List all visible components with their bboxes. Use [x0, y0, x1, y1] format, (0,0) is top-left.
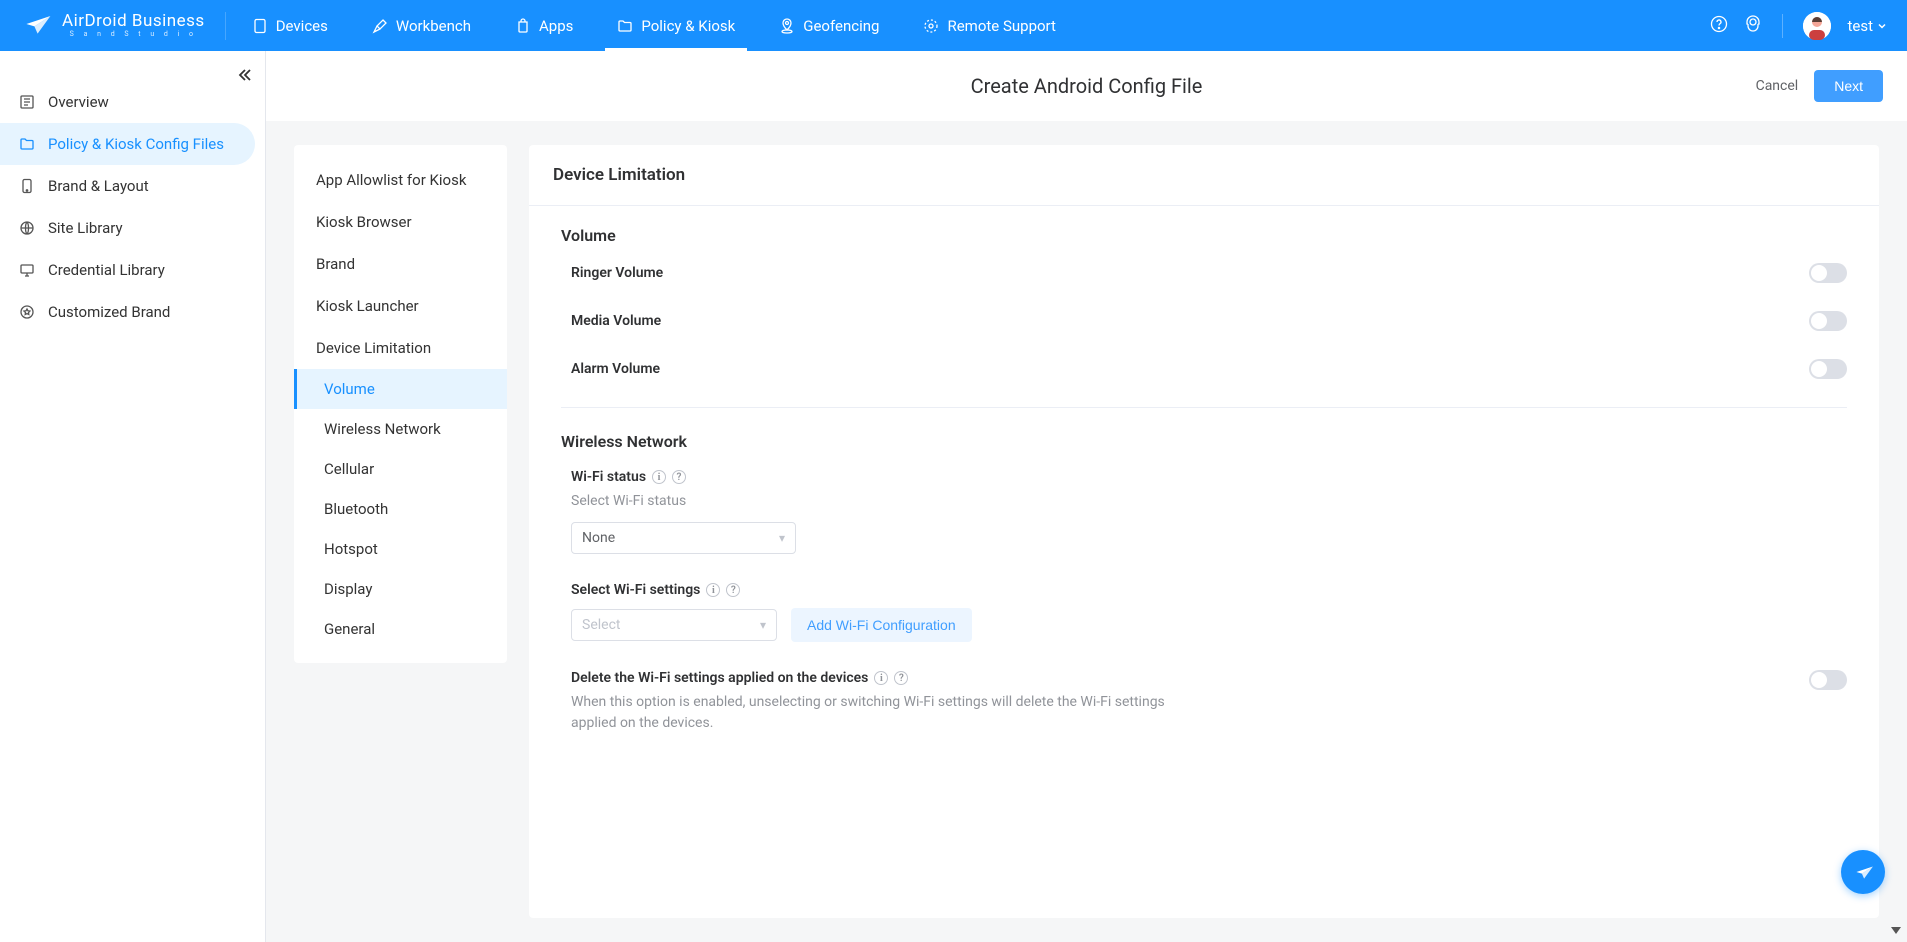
alarm-volume-toggle[interactable]: [1809, 359, 1847, 379]
sidebar-item-customized-brand[interactable]: Customized Brand: [0, 291, 265, 333]
delete-wifi-desc: When this option is enabled, unselecting…: [571, 692, 1191, 734]
media-volume-toggle[interactable]: [1809, 311, 1847, 331]
section-volume-title: Volume: [561, 226, 1847, 245]
sidebar-item-label: Credential Library: [48, 261, 165, 279]
support-icon[interactable]: [1744, 15, 1762, 37]
config-nav-general[interactable]: General: [294, 609, 507, 649]
info-icon[interactable]: i: [652, 470, 666, 484]
overview-icon: [18, 94, 36, 110]
config-nav-bluetooth[interactable]: Bluetooth: [294, 489, 507, 529]
sidebar-item-site-library[interactable]: Site Library: [0, 207, 265, 249]
brand-name: AirDroid Business: [62, 13, 205, 30]
add-wifi-config-button[interactable]: Add Wi-Fi Configuration: [791, 608, 972, 642]
chevron-down-icon: [1877, 21, 1887, 31]
config-nav-kiosk-launcher[interactable]: Kiosk Launcher: [294, 285, 507, 327]
help-icon[interactable]: ?: [894, 671, 908, 685]
help-icon[interactable]: [1710, 15, 1728, 37]
ringer-volume-label: Ringer Volume: [561, 265, 663, 281]
delete-wifi-toggle[interactable]: [1809, 670, 1847, 690]
page-header: Create Android Config File Cancel Next: [266, 51, 1907, 121]
logo[interactable]: AirDroid Business S a n d S t u d i o: [20, 12, 226, 40]
nav-workbench[interactable]: Workbench: [350, 0, 493, 51]
chevron-down-icon: ▾: [760, 618, 766, 632]
config-nav-device-limitation[interactable]: Device Limitation: [294, 327, 507, 369]
config-nav-display[interactable]: Display: [294, 569, 507, 609]
nav-apps[interactable]: Apps: [493, 0, 595, 51]
nav-devices[interactable]: Devices: [230, 0, 350, 51]
nav-policy-kiosk[interactable]: Policy & Kiosk: [595, 0, 757, 51]
sidebar-item-label: Site Library: [48, 219, 123, 237]
wifi-status-sublabel: Select Wi-Fi status: [571, 491, 1847, 512]
media-volume-label: Media Volume: [561, 313, 661, 329]
sidebar-collapse-icon[interactable]: [237, 67, 253, 87]
config-nav-wireless[interactable]: Wireless Network: [294, 409, 507, 449]
sidebar-item-label: Policy & Kiosk Config Files: [48, 135, 224, 153]
brand-sub: S a n d S t u d i o: [62, 31, 205, 38]
monitor-icon: [18, 262, 36, 278]
fab-send-icon[interactable]: [1841, 850, 1885, 894]
config-nav: App Allowlist for Kiosk Kiosk Browser Br…: [294, 145, 507, 663]
config-nav-cellular[interactable]: Cellular: [294, 449, 507, 489]
wifi-status-label: Wi-Fi status: [571, 469, 646, 485]
cancel-button[interactable]: Cancel: [1756, 78, 1799, 94]
chevron-down-icon: ▾: [779, 531, 785, 545]
config-nav-app-allowlist[interactable]: App Allowlist for Kiosk: [294, 159, 507, 201]
config-nav-hotspot[interactable]: Hotspot: [294, 529, 507, 569]
scroll-down-icon[interactable]: [1891, 927, 1901, 934]
config-nav-volume[interactable]: Volume: [294, 369, 507, 409]
wifi-status-select[interactable]: None ▾: [571, 522, 796, 554]
alarm-volume-label: Alarm Volume: [561, 361, 660, 377]
globe-icon: [18, 220, 36, 236]
ringer-volume-toggle[interactable]: [1809, 263, 1847, 283]
config-nav-kiosk-browser[interactable]: Kiosk Browser: [294, 201, 507, 243]
user-menu[interactable]: test: [1847, 17, 1887, 35]
logo-icon: [20, 12, 52, 40]
left-sidebar: Overview Policy & Kiosk Config Files Bra…: [0, 51, 265, 942]
next-button[interactable]: Next: [1814, 70, 1883, 102]
avatar[interactable]: [1803, 12, 1831, 40]
sidebar-item-overview[interactable]: Overview: [0, 81, 265, 123]
divider: [561, 407, 1847, 408]
info-icon[interactable]: i: [706, 583, 720, 597]
sidebar-item-credential-library[interactable]: Credential Library: [0, 249, 265, 291]
top-nav: AirDroid Business S a n d S t u d i o De…: [0, 0, 1907, 51]
config-nav-brand[interactable]: Brand: [294, 243, 507, 285]
sidebar-item-label: Brand & Layout: [48, 177, 149, 195]
wifi-settings-select[interactable]: Select ▾: [571, 609, 777, 641]
panel-title: Device Limitation: [553, 165, 1855, 185]
select-wifi-label: Select Wi-Fi settings: [571, 582, 700, 598]
phone-icon: [18, 178, 36, 194]
config-panel: Device Limitation Volume Ringer Volume M…: [529, 145, 1879, 918]
sidebar-item-label: Overview: [48, 93, 109, 111]
delete-wifi-label: Delete the Wi-Fi settings applied on the…: [571, 670, 868, 686]
page-title: Create Android Config File: [971, 74, 1203, 98]
section-wireless-title: Wireless Network: [561, 432, 1847, 451]
folder-icon: [18, 136, 36, 152]
star-circle-icon: [18, 304, 36, 320]
nav-geofencing[interactable]: Geofencing: [757, 0, 901, 51]
info-icon[interactable]: i: [874, 671, 888, 685]
sidebar-item-label: Customized Brand: [48, 303, 170, 321]
nav-remote-support[interactable]: Remote Support: [901, 0, 1077, 51]
sidebar-item-policy-kiosk[interactable]: Policy & Kiosk Config Files: [0, 123, 255, 165]
help-icon[interactable]: ?: [726, 583, 740, 597]
help-icon[interactable]: ?: [672, 470, 686, 484]
sidebar-item-brand-layout[interactable]: Brand & Layout: [0, 165, 265, 207]
